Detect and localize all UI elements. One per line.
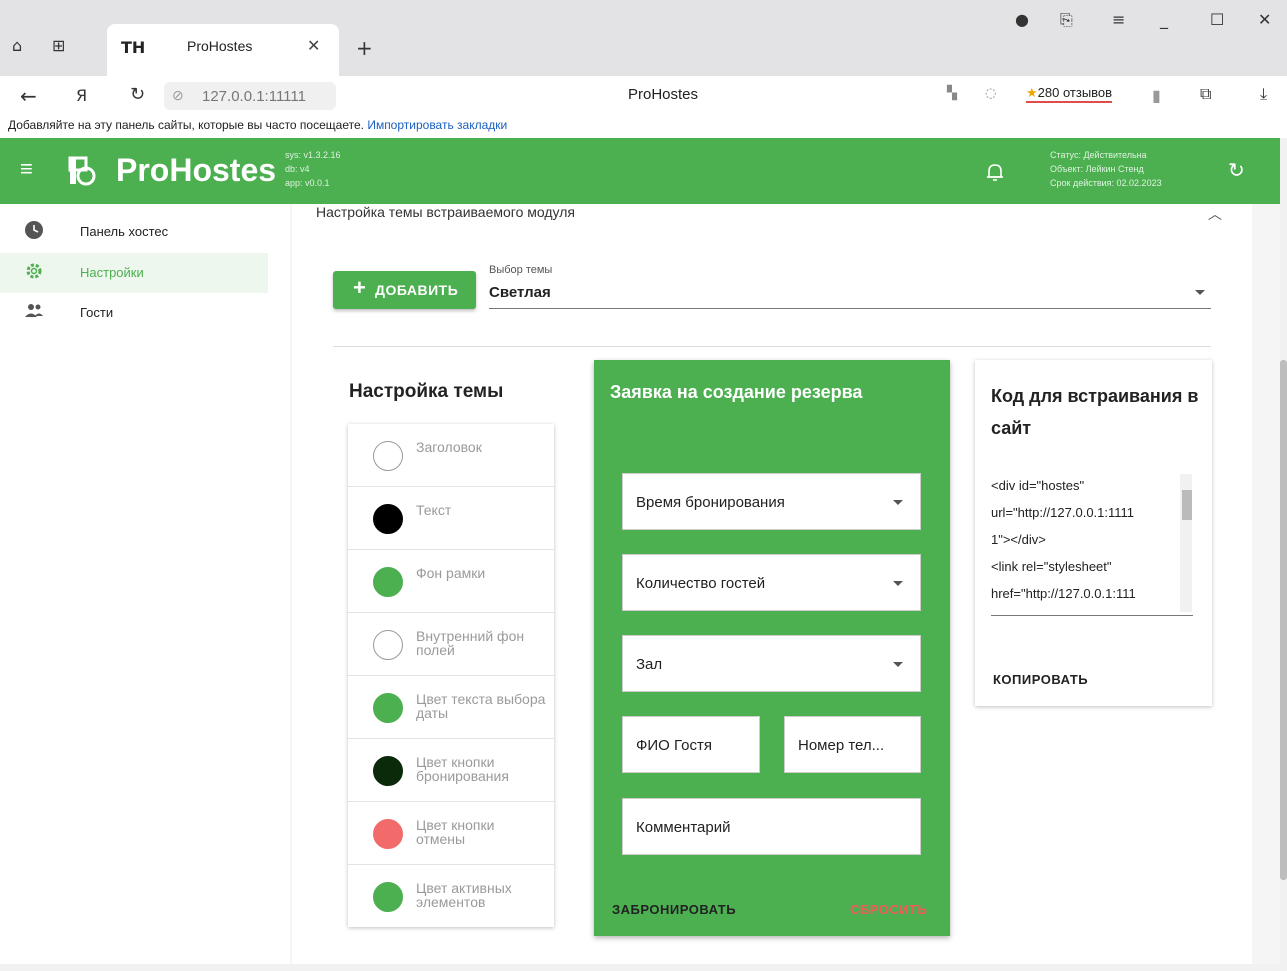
theme-select-value: Светлая bbox=[489, 284, 551, 301]
theme-item-active[interactable]: Цвет активных элементов bbox=[348, 865, 554, 928]
profile-icon[interactable]: ● bbox=[1015, 10, 1029, 29]
theme-item-field-bg[interactable]: Внутренний фон полей bbox=[348, 613, 554, 676]
back-icon[interactable]: ← bbox=[20, 84, 37, 108]
favicon-icon: TH bbox=[121, 38, 146, 57]
browser-tab[interactable]: TH ProHostes ✕ bbox=[107, 24, 339, 76]
extensions-icon[interactable]: ⧉ bbox=[1200, 84, 1211, 104]
sidebar-item-guests[interactable]: Гости bbox=[0, 293, 268, 333]
brand-name: ProHostes bbox=[116, 152, 277, 188]
tab-title: ProHostes bbox=[187, 38, 253, 54]
page-scroll-thumb[interactable] bbox=[1280, 360, 1287, 880]
gear-icon bbox=[26, 263, 42, 279]
horizontal-scrollbar[interactable] bbox=[0, 964, 1287, 971]
chevron-up-icon[interactable]: ︿ bbox=[1208, 204, 1222, 224]
reload-icon[interactable]: ↻ bbox=[130, 84, 145, 105]
bookmarks-bar: Добавляйте на эту панель сайты, которые … bbox=[0, 116, 1287, 138]
reviews-link[interactable]: ★280 отзывов bbox=[1026, 85, 1113, 103]
refresh-icon[interactable]: ↻ bbox=[1228, 158, 1245, 183]
theme-select-label: Выбор темы bbox=[489, 264, 553, 276]
app-header: ≡ ProHostes sys: v1.3.2.16 db: v4 app: v… bbox=[0, 138, 1280, 204]
guest-name-input[interactable]: ФИО Гостя bbox=[622, 716, 760, 773]
translate-icon[interactable]: ▚ bbox=[947, 86, 957, 101]
add-button[interactable]: + ДОБАВИТЬ bbox=[333, 271, 476, 309]
url-text: 127.0.0.1:11111 bbox=[202, 88, 306, 105]
clock-icon bbox=[25, 221, 43, 239]
embed-code-textarea[interactable]: <div id="hostes" url="http://127.0.0.1:1… bbox=[991, 472, 1193, 616]
maximize-icon[interactable]: ☐ bbox=[1210, 10, 1224, 29]
color-swatch[interactable] bbox=[373, 882, 403, 912]
chevron-down-icon bbox=[893, 662, 903, 667]
theme-item-cancel-button[interactable]: Цвет кнопки отмены bbox=[348, 802, 554, 865]
book-button[interactable]: ЗАБРОНИРОВАТЬ bbox=[612, 902, 736, 917]
color-swatch[interactable] bbox=[373, 819, 403, 849]
color-swatch[interactable] bbox=[373, 630, 403, 660]
sidebar-item-hostess-panel[interactable]: Панель хостес bbox=[0, 212, 268, 252]
time-select[interactable]: Время бронирования bbox=[622, 473, 921, 530]
panel-title: Настройка темы встраиваемого модуля bbox=[316, 204, 575, 220]
close-tab-icon[interactable]: ✕ bbox=[307, 36, 320, 56]
reset-button[interactable]: СБРОСИТЬ bbox=[850, 902, 927, 917]
textarea-scroll-thumb[interactable] bbox=[1182, 490, 1192, 520]
page-title: ProHostes bbox=[628, 86, 699, 103]
copy-button[interactable]: КОПИРОВАТЬ bbox=[993, 672, 1088, 687]
comment-input[interactable]: Комментарий bbox=[622, 798, 921, 855]
bookmark-icon[interactable]: ▮ bbox=[1152, 86, 1161, 105]
theme-item-book-button[interactable]: Цвет кнопки бронирования bbox=[348, 739, 554, 802]
chevron-down-icon bbox=[893, 500, 903, 505]
theme-color-list: Заголовок Текст Фон рамки Внутренний фон… bbox=[348, 424, 554, 927]
booking-heading: Заявка на создание резерва bbox=[610, 382, 863, 402]
people-icon bbox=[25, 304, 43, 317]
import-bookmarks-link[interactable]: Импортировать закладки bbox=[367, 118, 507, 132]
color-swatch[interactable] bbox=[373, 567, 403, 597]
home-icon[interactable]: ⌂ bbox=[12, 36, 22, 55]
theme-heading: Настройка темы bbox=[349, 381, 504, 402]
theme-item-date-text[interactable]: Цвет текста выбора даты bbox=[348, 676, 554, 739]
theme-select[interactable]: Выбор темы Светлая bbox=[489, 264, 1211, 309]
hall-select[interactable]: Зал bbox=[622, 635, 921, 692]
new-tab-icon[interactable]: + bbox=[356, 36, 373, 60]
theme-item-text[interactable]: Текст bbox=[348, 487, 554, 550]
sidebar-item-settings[interactable]: Настройки bbox=[0, 253, 268, 293]
address-bar: ← Я ↻ ⊘ 127.0.0.1:11111 ProHostes ▚ ◌ ★2… bbox=[0, 76, 1287, 116]
embed-heading: Код для встраивания в сайт bbox=[991, 386, 1199, 438]
embed-code-card: Код для встраивания в сайт <div id="host… bbox=[975, 360, 1212, 706]
site-icon: ⊘ bbox=[172, 87, 184, 103]
color-swatch[interactable] bbox=[373, 756, 403, 786]
star-icon: ★ bbox=[1026, 85, 1038, 100]
chevron-down-icon bbox=[893, 581, 903, 586]
minimize-icon[interactable]: _ bbox=[1160, 10, 1168, 29]
yandex-icon[interactable]: Я bbox=[76, 86, 87, 105]
booking-form-preview: Заявка на создание резерва Время брониро… bbox=[594, 360, 950, 936]
theme-item-header[interactable]: Заголовок bbox=[348, 424, 554, 487]
sidebar: Панель хостес Настройки Гости bbox=[0, 204, 290, 964]
collections-icon[interactable]: ⎘ bbox=[1060, 10, 1073, 30]
guests-select[interactable]: Количество гостей bbox=[622, 554, 921, 611]
divider bbox=[333, 346, 1211, 347]
logo-icon bbox=[68, 156, 96, 186]
close-window-icon[interactable]: ✕ bbox=[1258, 10, 1271, 29]
phone-input[interactable]: Номер тел... bbox=[784, 716, 921, 773]
bookmarks-hint: Добавляйте на эту панель сайты, которые … bbox=[8, 118, 364, 132]
new-group-icon[interactable]: ⊞ bbox=[52, 36, 65, 55]
color-swatch[interactable] bbox=[373, 441, 403, 471]
menu-icon[interactable]: ≡ bbox=[1112, 10, 1125, 29]
chevron-down-icon bbox=[1195, 290, 1205, 295]
main-panel: Настройка темы встраиваемого модуля ︿ + … bbox=[292, 204, 1252, 964]
license-status: Статус: Действительна Объект: Лейкин Сте… bbox=[1050, 150, 1162, 188]
download-icon[interactable]: ⤓ bbox=[1260, 84, 1267, 104]
version-info: sys: v1.3.2.16 db: v4 app: v0.0.1 bbox=[285, 150, 341, 188]
bell-icon[interactable] bbox=[986, 162, 1004, 182]
theme-item-frame-bg[interactable]: Фон рамки bbox=[348, 550, 554, 613]
plus-icon: + bbox=[353, 275, 367, 300]
hamburger-icon[interactable]: ≡ bbox=[20, 156, 33, 182]
chat-icon[interactable]: ◌ bbox=[985, 86, 996, 101]
browser-tabbar: ⌂ ⊞ TH ProHostes ✕ + ● ⎘ ≡ _ ☐ ✕ bbox=[0, 0, 1287, 76]
url-field[interactable]: ⊘ 127.0.0.1:11111 bbox=[164, 82, 336, 110]
color-swatch[interactable] bbox=[373, 504, 403, 534]
color-swatch[interactable] bbox=[373, 693, 403, 723]
